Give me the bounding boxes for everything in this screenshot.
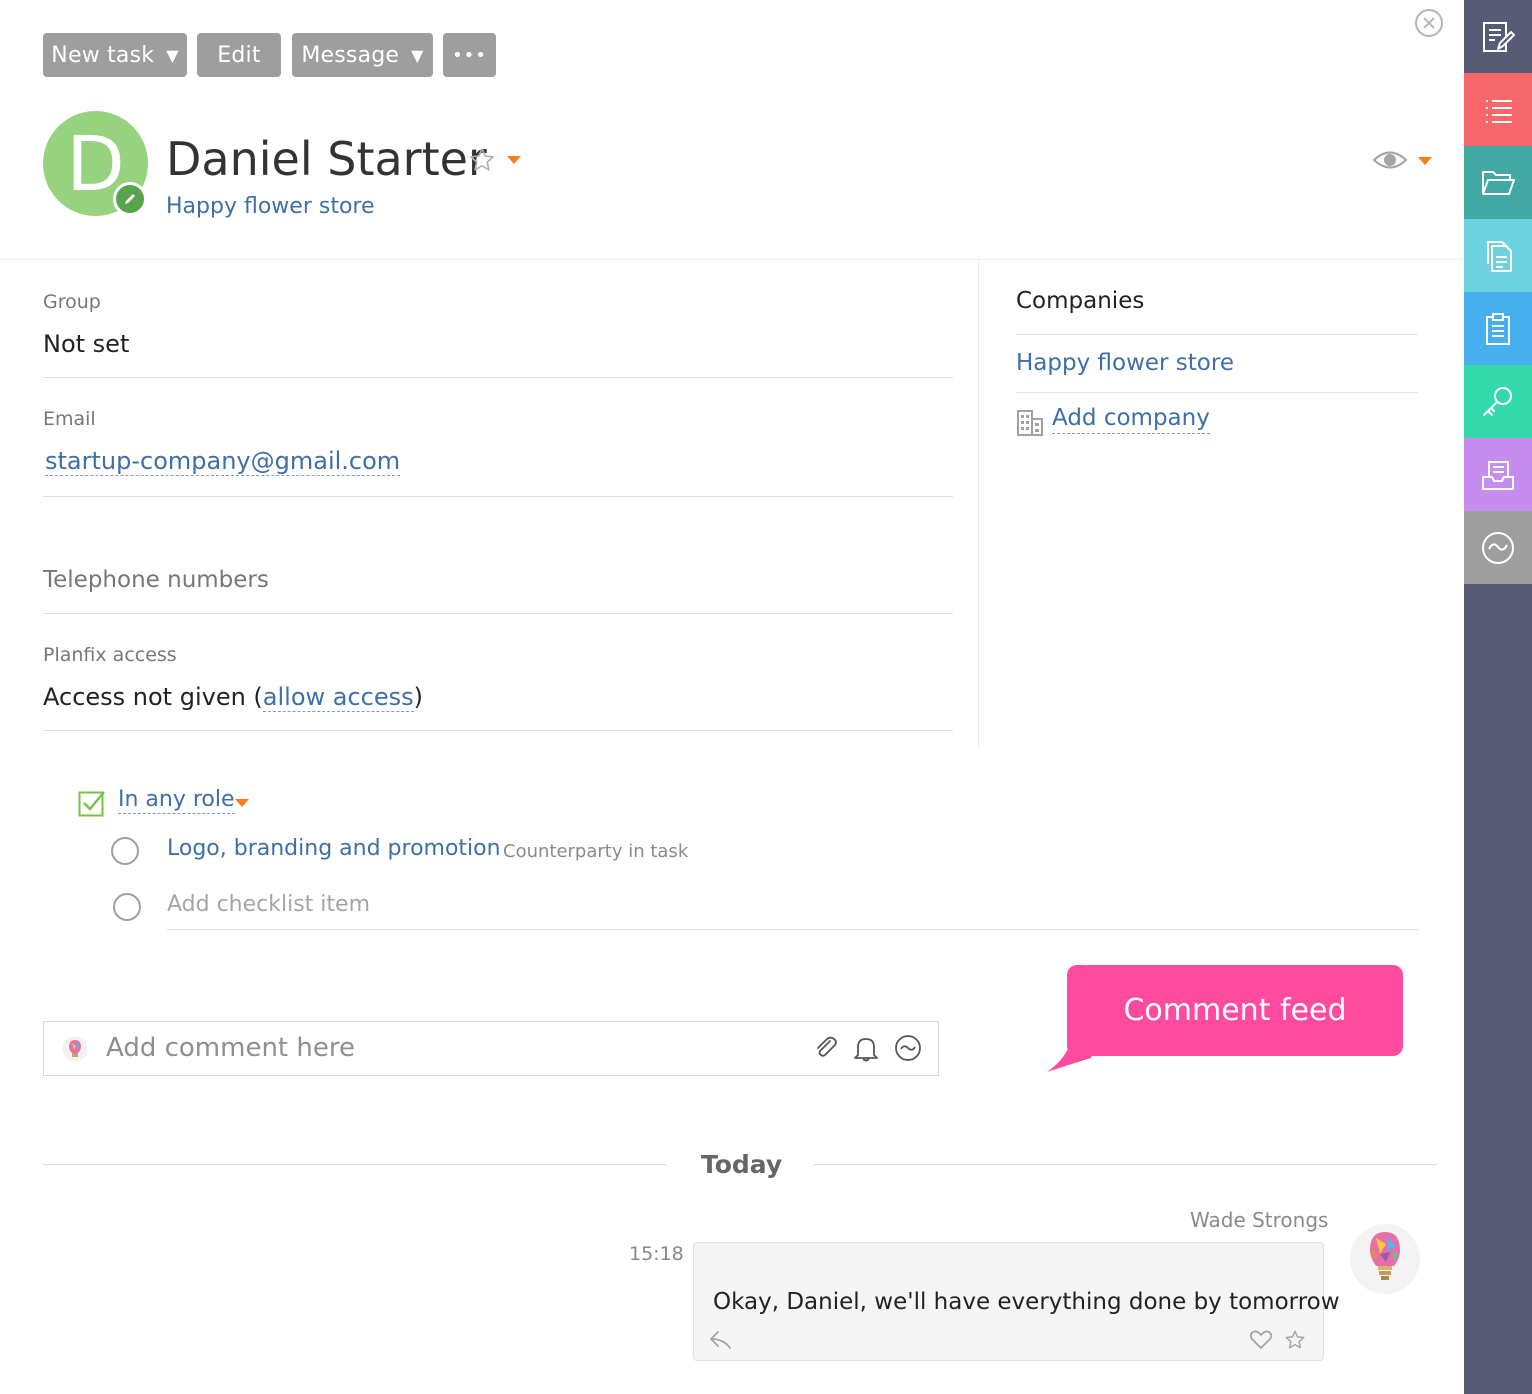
divider xyxy=(1016,334,1418,335)
folder-icon xyxy=(1482,170,1515,195)
role-chevron-down-icon[interactable] xyxy=(235,799,249,807)
close-icon[interactable] xyxy=(1415,9,1443,37)
message-bubble: Okay, Daniel, we'll have everything done… xyxy=(693,1242,1340,1361)
sidebar-item-edit[interactable] xyxy=(1464,0,1532,73)
edit-note-icon xyxy=(1483,21,1515,52)
checkbox-checked-icon[interactable] xyxy=(78,789,106,821)
email-label: Email xyxy=(43,408,96,430)
message-text: Okay, Daniel, we'll have everything done… xyxy=(713,1289,1340,1315)
company-link[interactable]: Happy flower store xyxy=(1016,350,1234,376)
planfix-access-value: Access not given (allow access) xyxy=(43,683,424,712)
message-button[interactable]: Message ▼ xyxy=(292,33,433,77)
access-close-paren: ) xyxy=(413,683,424,711)
building-icon xyxy=(1016,409,1044,441)
heart-icon[interactable] xyxy=(1249,1329,1273,1355)
divider xyxy=(43,496,953,497)
sidebar-item-activity[interactable] xyxy=(1464,511,1532,584)
star-icon[interactable] xyxy=(1283,1329,1307,1355)
tooltip-text: Comment feed xyxy=(1123,993,1347,1028)
contact-name: Daniel Starter xyxy=(166,132,487,186)
email-value[interactable]: startup-company@gmail.com xyxy=(45,447,401,476)
sidebar-item-key[interactable] xyxy=(1464,365,1532,438)
wave-circle-icon[interactable] xyxy=(894,1034,922,1066)
group-label: Group xyxy=(43,291,101,313)
divider xyxy=(1016,392,1418,393)
reply-icon[interactable] xyxy=(708,1329,734,1355)
more-dots-icon: ••• xyxy=(452,44,487,66)
chevron-down-icon: ▼ xyxy=(411,45,424,65)
telephone-numbers-label[interactable]: Telephone numbers xyxy=(43,567,269,593)
key-icon xyxy=(1483,386,1512,416)
chevron-down-icon: ▼ xyxy=(166,45,179,65)
list-icon xyxy=(1486,99,1512,123)
divider xyxy=(167,929,1419,930)
comment-input[interactable]: Add comment here xyxy=(43,1021,939,1076)
message-author[interactable]: Wade Strongs xyxy=(1190,1208,1328,1232)
bell-icon[interactable] xyxy=(852,1034,880,1066)
more-actions-button[interactable]: ••• xyxy=(443,33,496,77)
task-radio[interactable] xyxy=(111,837,139,865)
companies-title: Companies xyxy=(1016,288,1145,314)
edit-button[interactable]: Edit xyxy=(197,33,281,77)
task-link[interactable]: Logo, branding and promotion xyxy=(167,836,501,861)
divider xyxy=(43,730,953,731)
date-separator-line xyxy=(43,1164,667,1165)
pencil-icon[interactable] xyxy=(113,182,147,216)
user-avatar-icon xyxy=(62,1036,88,1066)
task-role-label: Counterparty in task xyxy=(503,841,689,862)
add-checklist-radio[interactable] xyxy=(113,893,141,921)
documents-icon xyxy=(1487,240,1512,272)
sidebar-item-documents[interactable] xyxy=(1464,219,1532,292)
favorite-menu-chevron-down-icon[interactable] xyxy=(507,156,521,164)
message-label: Message xyxy=(301,42,400,68)
clipboard-icon xyxy=(1486,312,1510,345)
comment-placeholder: Add comment here xyxy=(106,1033,355,1063)
sidebar-item-clipboard[interactable] xyxy=(1464,292,1532,365)
author-avatar[interactable] xyxy=(1350,1224,1420,1294)
date-separator: Today xyxy=(701,1150,783,1179)
eye-icon[interactable] xyxy=(1372,147,1408,177)
comment-feed-tooltip: Comment feed xyxy=(1067,965,1403,1056)
divider xyxy=(43,613,953,614)
star-icon[interactable] xyxy=(468,146,496,178)
allow-access-link[interactable]: allow access xyxy=(262,683,414,712)
planfix-access-label: Planfix access xyxy=(43,644,177,666)
activity-icon xyxy=(1482,531,1514,564)
add-company-link[interactable]: Add company xyxy=(1052,405,1210,434)
column-divider xyxy=(978,260,979,748)
email-link[interactable]: startup-company@gmail.com xyxy=(45,447,401,476)
inbox-icon xyxy=(1482,460,1514,490)
right-sidebar xyxy=(1464,0,1532,1394)
message-time: 15:18 xyxy=(629,1243,684,1265)
sidebar-item-inbox[interactable] xyxy=(1464,438,1532,511)
access-status-text: Access not given ( xyxy=(43,683,263,711)
divider xyxy=(43,377,953,378)
edit-label: Edit xyxy=(217,42,261,68)
date-separator-line xyxy=(813,1164,1437,1165)
new-task-button[interactable]: New task ▼ xyxy=(43,33,187,77)
sidebar-item-list[interactable] xyxy=(1464,73,1532,146)
contact-company-link[interactable]: Happy flower store xyxy=(166,194,375,219)
sidebar-item-folder[interactable] xyxy=(1464,146,1532,219)
group-value[interactable]: Not set xyxy=(43,330,129,358)
role-filter-link[interactable]: In any role xyxy=(118,787,235,815)
new-task-label: New task xyxy=(51,42,155,68)
paperclip-icon[interactable] xyxy=(812,1034,840,1066)
header-divider xyxy=(0,259,1464,260)
visibility-chevron-down-icon[interactable] xyxy=(1418,157,1432,165)
add-checklist-input[interactable]: Add checklist item xyxy=(167,892,370,917)
